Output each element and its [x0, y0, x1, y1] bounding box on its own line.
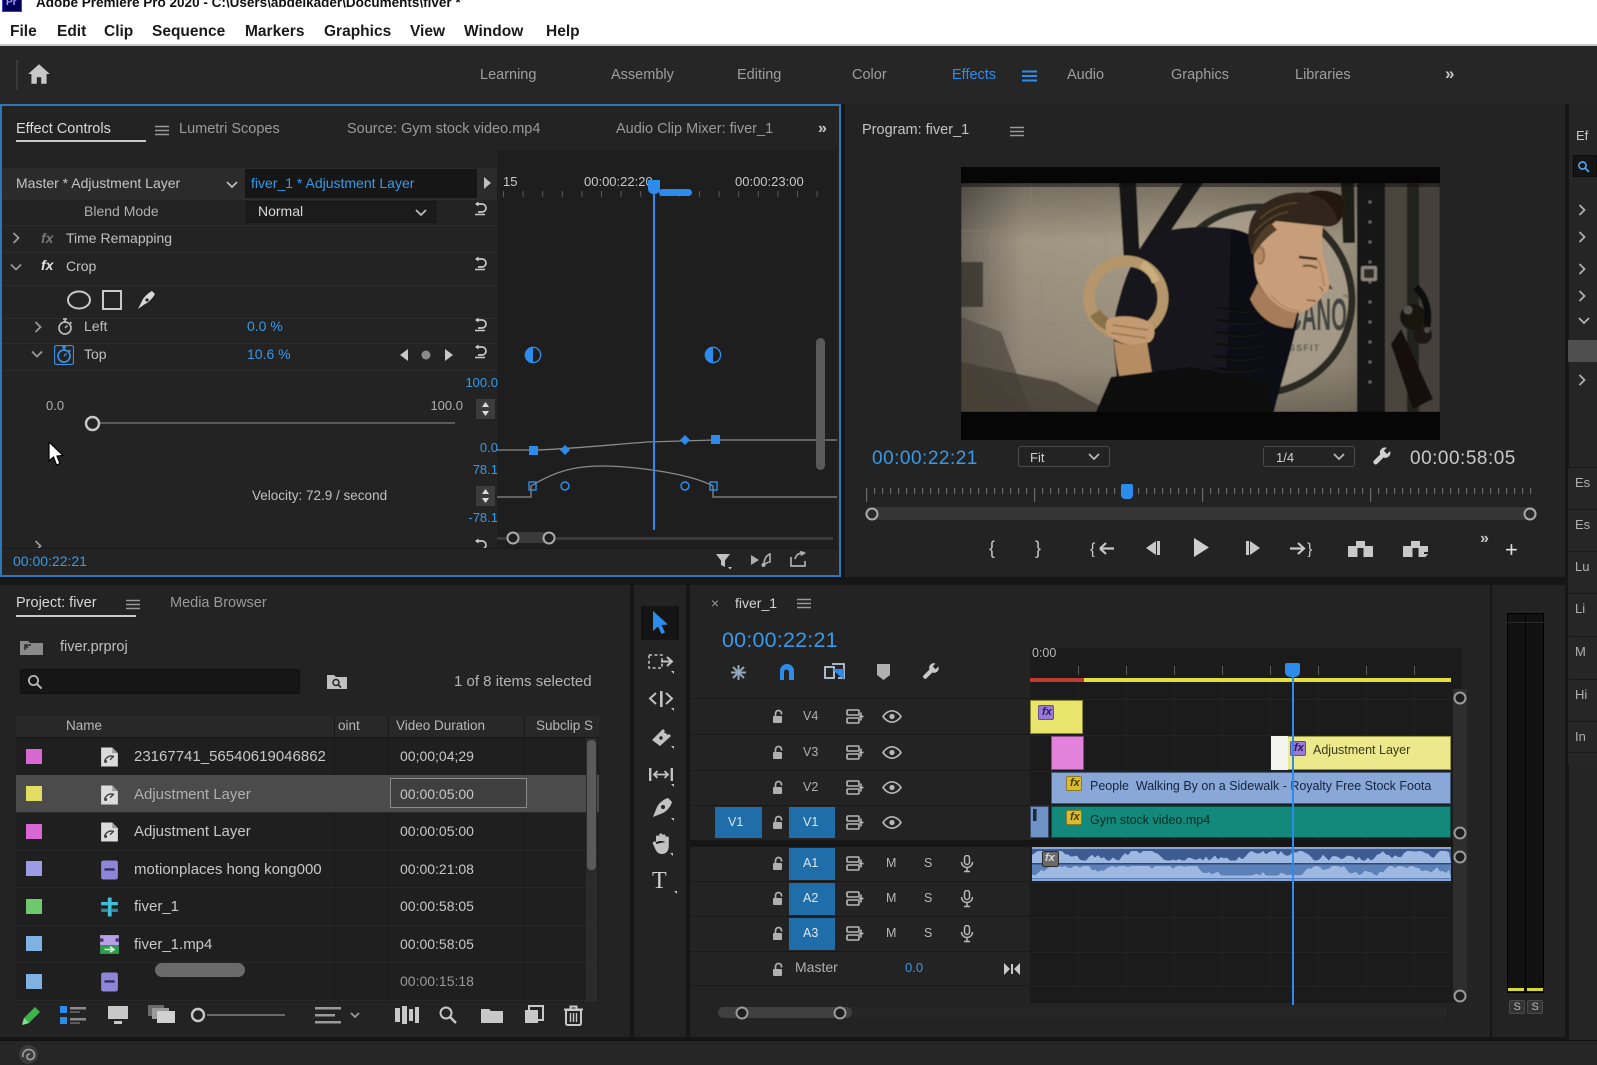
svg-text:{: { [1090, 541, 1096, 557]
svg-text:™: ™ [1342, 293, 1350, 302]
svg-text:}: } [1307, 541, 1313, 557]
